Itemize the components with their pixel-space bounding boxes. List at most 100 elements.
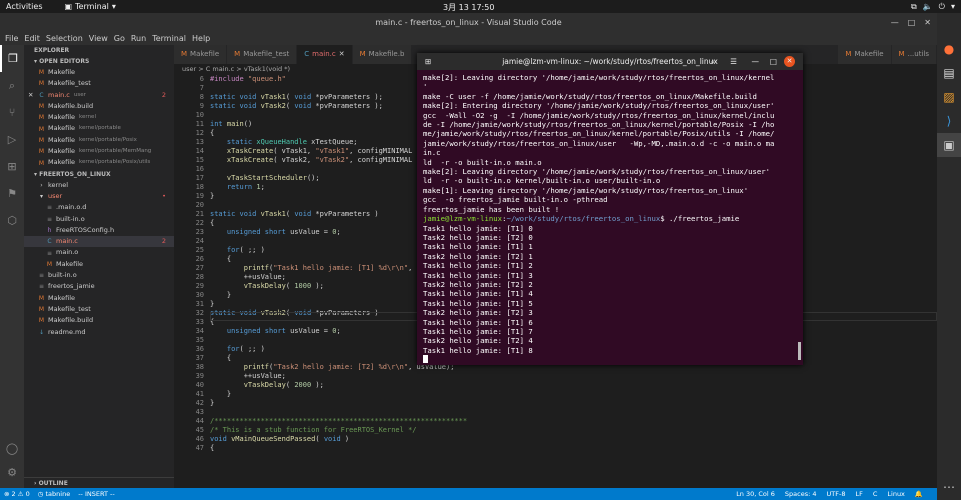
open-editor-item[interactable]: ✕ Cmain.c user 2 — [24, 90, 174, 101]
open-editor-item[interactable]: M Makefile kernel/portable — [24, 123, 174, 134]
indentation[interactable]: Spaces: 4 — [785, 490, 817, 498]
hamburger-menu-icon[interactable]: ☰ — [730, 53, 737, 70]
close-icon[interactable]: ✕ — [28, 90, 33, 101]
open-editors-header[interactable]: ▾ OPEN EDITORS — [24, 56, 174, 67]
terminal-title-bar[interactable]: ⊞ jamie@lzm-vm-linux: ~/work/study/rtos/… — [417, 53, 803, 70]
menu-item[interactable]: Help — [192, 33, 210, 45]
code-line[interactable]: vTaskStartScheduler(); — [210, 174, 320, 182]
language-mode[interactable]: C — [873, 490, 878, 498]
new-tab-icon[interactable]: ⊞ — [425, 53, 431, 70]
explorer-icon[interactable]: ❐ — [0, 45, 24, 72]
encoding[interactable]: UTF-8 — [827, 490, 846, 498]
code-line[interactable]: return 1; — [210, 183, 265, 191]
open-editor-item[interactable]: M Makefile_test — [24, 78, 174, 89]
code-line[interactable]: { — [210, 444, 214, 452]
close-icon[interactable]: ✕ — [339, 45, 345, 64]
code-line[interactable]: printf("Task1 hello jamie: [T1] %d\r\n", — [210, 264, 417, 272]
search-icon[interactable]: ⌕ — [0, 72, 24, 99]
tree-item[interactable]: › kernel — [24, 180, 174, 191]
code-line[interactable]: /* This is a stub function for FreeRTOS_… — [210, 426, 417, 434]
activities-button[interactable]: Activities — [6, 2, 43, 11]
open-editor-item[interactable]: M Makefile kernel/portable/MemMang — [24, 146, 174, 157]
editor-tab[interactable]: M Makefile.b — [352, 45, 413, 64]
tree-item[interactable]: ↓ readme.md — [24, 327, 174, 338]
menu-item[interactable]: Run — [131, 33, 146, 45]
code-line[interactable]: { — [210, 255, 231, 263]
tree-item[interactable]: M Makefile — [24, 259, 174, 270]
open-editor-item[interactable]: M Makefile kernel — [24, 112, 174, 123]
tree-item[interactable]: M Makefile.build — [24, 315, 174, 326]
code-line[interactable]: static xQueueHandle xTestQueue; — [210, 138, 358, 146]
menu-item[interactable]: Selection — [46, 33, 83, 45]
account-icon[interactable]: ◯ — [0, 435, 24, 462]
editor-tab[interactable]: M ...utils — [891, 45, 937, 64]
code-line[interactable]: unsigned short usValue = 0; — [210, 327, 341, 335]
terminal-scrollbar[interactable] — [798, 342, 801, 360]
settings-gear-icon[interactable]: ⚙ — [0, 459, 24, 486]
code-line[interactable]: unsigned short usValue = 0; — [210, 228, 341, 236]
minimize-icon[interactable]: — — [891, 13, 899, 33]
tree-item[interactable]: ≡ .main.o.d — [24, 202, 174, 213]
editor-tab[interactable]: M Makefile_test — [227, 45, 298, 64]
code-line[interactable]: ++usValue; — [210, 273, 286, 281]
code-line[interactable]: static void vTask1( void *pvParameters ) — [210, 210, 379, 218]
cursor-position[interactable]: Ln 30, Col 6 — [736, 490, 775, 498]
code-line[interactable]: /***************************************… — [210, 417, 467, 425]
code-line[interactable]: vTaskDelay( 1000 ); — [210, 282, 324, 290]
bookmark-icon[interactable]: ⚑ — [0, 180, 24, 207]
maximize-icon[interactable]: □ — [770, 53, 777, 70]
close-icon[interactable]: ✕ — [924, 13, 931, 33]
menu-item[interactable]: File — [5, 33, 18, 45]
open-editor-item[interactable]: M Makefile kernel/portable/Posix/utils — [24, 157, 174, 168]
bell-icon[interactable]: 🔔 — [915, 490, 923, 498]
code-line[interactable]: for( ;; ) — [210, 345, 265, 353]
code-line[interactable]: static void vTask1( void *pvParameters )… — [210, 93, 383, 101]
code-line[interactable]: } — [210, 291, 231, 299]
code-line[interactable]: ++usValue; — [210, 372, 286, 380]
code-line[interactable]: xTaskCreate( vTask2, "vTask2", configMIN… — [210, 156, 412, 164]
tree-item[interactable]: ≡ built-in.o — [24, 270, 174, 281]
source-control-icon[interactable]: ⑂ — [0, 99, 24, 126]
code-line[interactable]: { — [210, 129, 214, 137]
code-line[interactable]: static void vTask2( void *pvParameters )… — [210, 102, 383, 110]
open-editor-item[interactable]: M Makefile kernel/portable/Posix — [24, 135, 174, 146]
code-line[interactable]: } — [210, 399, 214, 407]
close-icon[interactable]: ✕ — [784, 56, 795, 67]
code-line[interactable]: for( ;; ) — [210, 246, 265, 254]
tree-item[interactable]: M Makefile — [24, 293, 174, 304]
maximize-icon[interactable]: □ — [908, 13, 916, 33]
menu-item[interactable]: Edit — [24, 33, 40, 45]
line-ending[interactable]: LF — [855, 490, 862, 498]
terminal-window[interactable]: ⊞ jamie@lzm-vm-linux: ~/work/study/rtos/… — [417, 53, 803, 365]
terminal-output[interactable]: make[2]: Leaving directory '/home/jamie/… — [423, 73, 795, 366]
run-debug-icon[interactable]: ▷ — [0, 126, 24, 153]
minimize-icon[interactable]: — — [752, 53, 760, 70]
os-indicator[interactable]: Linux — [887, 490, 905, 498]
tree-item[interactable]: M Makefile_test — [24, 304, 174, 315]
code-line[interactable]: xTaskCreate( vTask1, "vTask1", configMIN… — [210, 147, 412, 155]
problems-indicator[interactable]: ⊗ 2 ⚠ 0 — [4, 490, 30, 498]
open-editor-item[interactable]: M Makefile.build — [24, 101, 174, 112]
code-line[interactable]: #include "queue.h" — [210, 75, 286, 83]
remote-icon[interactable]: ⬡ — [0, 207, 24, 234]
outline-header[interactable]: › OUTLINE — [24, 477, 174, 488]
code-line[interactable]: { — [210, 354, 231, 362]
tree-item[interactable]: ≡ main.o — [24, 247, 174, 258]
tree-item[interactable]: ▾ user • — [24, 191, 174, 202]
show-apps-icon[interactable]: ⋯ — [937, 475, 961, 499]
tree-item[interactable]: h FreeRTOSConfig.h — [24, 225, 174, 236]
editor-tab[interactable]: Cmain.c ✕ — [297, 45, 353, 64]
firefox-icon[interactable]: ● — [937, 37, 961, 61]
code-line[interactable]: } — [210, 192, 214, 200]
menu-item[interactable]: Terminal — [152, 33, 186, 45]
tree-item[interactable]: Cmain.c 2 — [24, 236, 174, 248]
files-icon[interactable]: ▤ — [937, 61, 961, 85]
search-icon[interactable]: ⌕ — [711, 53, 715, 70]
system-tray[interactable]: ⧉ 🔈 ⏻ ▾ — [911, 2, 955, 12]
code-line[interactable]: { — [210, 219, 214, 227]
tree-item[interactable]: ≡ built-in.o — [24, 214, 174, 225]
code-line[interactable]: void vMainQueueSendPassed( void ) — [210, 435, 349, 443]
clock[interactable]: 3月 13 17:50 — [443, 2, 494, 13]
editor-tab[interactable]: M Makefile — [174, 45, 228, 64]
terminal-icon[interactable]: ▣ — [937, 133, 961, 157]
